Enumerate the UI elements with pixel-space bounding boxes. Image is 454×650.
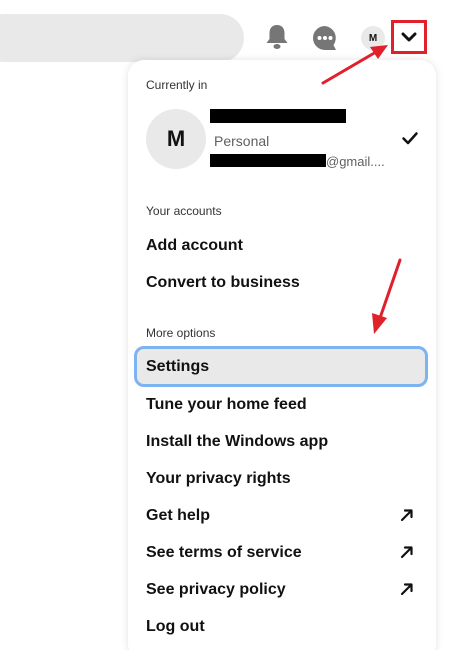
settings-item[interactable]: Settings [134, 346, 428, 387]
redacted-email [210, 154, 326, 167]
install-windows-app-item[interactable]: Install the Windows app [134, 423, 428, 460]
terms-of-service-label: See terms of service [146, 543, 302, 561]
current-account-avatar[interactable]: M [146, 109, 206, 169]
privacy-policy-label: See privacy policy [146, 580, 286, 598]
tune-home-feed-item[interactable]: Tune your home feed [134, 386, 428, 423]
get-help-label: Get help [146, 506, 211, 524]
external-arrow-icon [400, 509, 413, 522]
privacy-rights-item[interactable]: Your privacy rights [134, 460, 428, 497]
get-help-item[interactable]: Get help [134, 497, 428, 534]
account-email-suffix: @gmail.... [326, 154, 385, 169]
more-options-label: More options [146, 326, 216, 340]
terms-of-service-item[interactable]: See terms of service [134, 534, 428, 571]
search-bar[interactable] [0, 14, 244, 62]
currently-in-label: Currently in [146, 78, 208, 92]
external-arrow-icon [400, 583, 413, 596]
account-menu: Currently in M Personal @gmail.... Your … [128, 60, 436, 650]
convert-to-business-item[interactable]: Convert to business [134, 264, 428, 301]
log-out-item[interactable]: Log out [134, 608, 428, 645]
profile-avatar-initial: M [368, 32, 378, 44]
account-dropdown-button[interactable] [391, 20, 427, 54]
check-icon [401, 129, 419, 147]
chevron-down-icon [401, 32, 417, 42]
bell-icon[interactable] [264, 24, 290, 50]
redacted-account-name [210, 109, 346, 123]
external-arrow-icon [400, 546, 413, 559]
profile-avatar[interactable]: M [361, 26, 385, 50]
current-account-initial: M [166, 126, 186, 151]
add-account-item[interactable]: Add account [134, 227, 428, 264]
your-accounts-label: Your accounts [146, 204, 222, 218]
account-type: Personal [214, 133, 270, 149]
privacy-policy-item[interactable]: See privacy policy [134, 571, 428, 608]
chat-icon[interactable] [311, 24, 339, 52]
